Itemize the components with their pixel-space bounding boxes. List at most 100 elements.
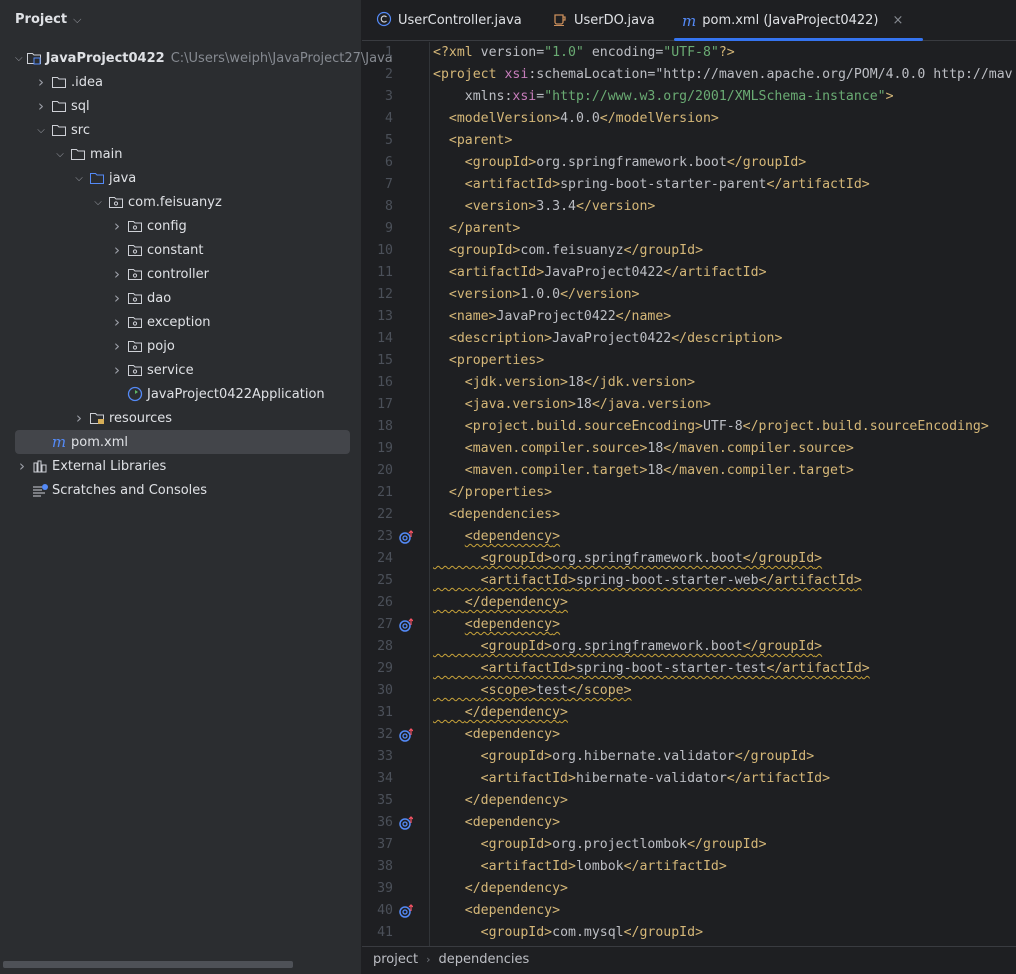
tree-item[interactable]: ⌵ src [0,118,362,142]
chevron-right-icon[interactable]: › [110,289,124,307]
line-number: 4 [385,111,393,126]
code-editor[interactable]: 1 <?xml version="1.0" encoding="UTF-8"?> 2… [362,42,1016,946]
line-number: 40 [377,903,393,918]
line-number: 21 [377,485,393,500]
line-number: 23 [377,529,393,544]
chevron-right-icon[interactable]: › [34,97,48,115]
chevron-down-icon: ⌵ [73,12,82,26]
code-text: <version>1.0.0</version> [448,287,640,302]
code-text: <maven.compiler.source>18</maven.compile… [464,441,854,456]
spring-boot-class-icon [127,386,143,402]
code-text: <?xml version="1.0" encoding="UTF-8"?> [433,45,735,60]
tree-item-label: constant [147,242,204,258]
chevron-right-icon[interactable]: › [15,457,29,475]
chevron-right-icon[interactable]: › [110,337,124,355]
line-number: 9 [385,221,393,236]
tree-item-label: exception [147,314,211,330]
tree-item[interactable]: ⌵ main [0,142,362,166]
tree-item[interactable]: ⌵ JavaProject0422 C:\Users\weiph\JavaProje… [0,46,393,70]
chevron-right-icon[interactable]: › [110,361,124,379]
tab-userdo[interactable]: UserDO.java [552,0,655,41]
code-line: 15 <properties> [362,350,1016,372]
chevron-down-icon[interactable]: ⌵ [91,197,105,208]
tab-usercontroller[interactable]: UserController.java [376,0,522,41]
code-text: <artifactId>spring-boot-starter-test</ar… [480,661,870,676]
code-text: <project.build.sourceEncoding>UTF-8</pro… [464,419,989,434]
folder-icon [51,75,67,89]
code-text: <groupId>com.mysql</groupId> [480,925,704,940]
close-tab-icon[interactable]: × [893,13,904,28]
code-text: <parent> [448,133,513,148]
chevron-right-icon[interactable]: › [110,217,124,235]
chevron-down-icon[interactable]: ⌵ [72,173,86,184]
tree-item-label: pojo [147,338,175,354]
chevron-right-icon[interactable]: › [110,313,124,331]
code-text: </dependency> [464,705,568,720]
code-line: 7 <artifactId>spring-boot-starter-parent… [362,174,1016,196]
tree-item[interactable]: › service [0,358,362,382]
line-number: 41 [377,925,393,940]
tree-item[interactable]: › constant [0,238,362,262]
code-text: <groupId>org.springframework.boot</group… [480,551,823,566]
tree-item[interactable]: › sql [0,94,362,118]
source-folder-icon [89,171,105,185]
tree-item[interactable]: › controller [0,262,362,286]
code-text: xmlns:xsi="http://www.w3.org/2001/XMLSch… [433,89,894,104]
tree-item-label: JavaProject0422Application [147,386,325,402]
dependency-update-icon[interactable] [399,904,414,918]
code-text: <artifactId>hibernate-validator</artifac… [480,771,831,786]
tree-item[interactable]: › dao [0,286,362,310]
tree-item[interactable]: ⌵ java [0,166,362,190]
chevron-down-icon[interactable]: ⌵ [53,149,67,160]
chevron-down-icon[interactable]: ⌵ [15,53,23,64]
chevron-right-icon[interactable]: › [34,73,48,91]
code-line: 37 <groupId>org.projectlombok</groupId> [362,834,1016,856]
code-line: 19 <maven.compiler.source>18</maven.comp… [362,438,1016,460]
dependency-update-icon[interactable] [399,530,414,544]
package-icon [127,291,143,305]
code-text: <groupId>org.projectlombok</groupId> [480,837,767,852]
tree-item[interactable]: › resources [0,406,362,430]
tree-item[interactable]: ⌵ com.feisuanyz [0,190,362,214]
chevron-right-icon[interactable]: › [110,265,124,283]
dependency-update-icon[interactable] [399,728,414,742]
project-title: Project [15,12,68,27]
project-view-selector[interactable]: Project ⌵ [15,12,81,27]
tree-item[interactable]: › .idea [0,70,362,94]
horizontal-scrollbar[interactable] [3,961,293,968]
code-text: <name>JavaProject0422</name> [448,309,672,324]
tree-item[interactable]: Scratches and Consoles [0,478,362,502]
code-text: <groupId>com.feisuanyz</groupId> [448,243,704,258]
breadcrumb-item-project[interactable]: project [373,952,418,967]
tree-item[interactable]: › pojo [0,334,362,358]
line-number: 32 [377,727,393,742]
line-number: 39 [377,881,393,896]
dependency-update-icon[interactable] [399,816,414,830]
tree-item[interactable]: JavaProject0422Application [0,382,362,406]
chevron-right-icon[interactable]: › [110,241,124,259]
tree-item[interactable]: › External Libraries [0,454,362,478]
code-line: 39 </dependency> [362,878,1016,900]
tab-pom[interactable]: m pom.xml (JavaProject0422) × [673,0,924,41]
code-line: 33 <groupId>org.hibernate.validator</gro… [362,746,1016,768]
code-text: <artifactId>spring-boot-starter-web</art… [480,573,862,588]
breadcrumb-item-dependencies[interactable]: dependencies [439,952,530,967]
tree-item[interactable]: › exception [0,310,362,334]
tree-item[interactable]: m pom.xml [15,430,350,454]
dependency-update-icon[interactable] [399,618,414,632]
tree-item[interactable]: › config [0,214,362,238]
maven-icon: m [51,433,67,451]
code-text: <dependency> [464,617,561,632]
line-number: 1 [385,45,393,60]
code-text: <dependency> [464,815,561,830]
line-number: 15 [377,353,393,368]
chevron-right-icon: › [426,953,431,966]
line-number: 34 [377,771,393,786]
chevron-right-icon[interactable]: › [72,409,86,427]
line-number: 27 [377,617,393,632]
chevron-down-icon[interactable]: ⌵ [34,125,48,136]
code-line: 18 <project.build.sourceEncoding>UTF-8</… [362,416,1016,438]
breadcrumb: project › dependencies [362,946,1016,972]
line-number: 3 [385,89,393,104]
line-number: 36 [377,815,393,830]
